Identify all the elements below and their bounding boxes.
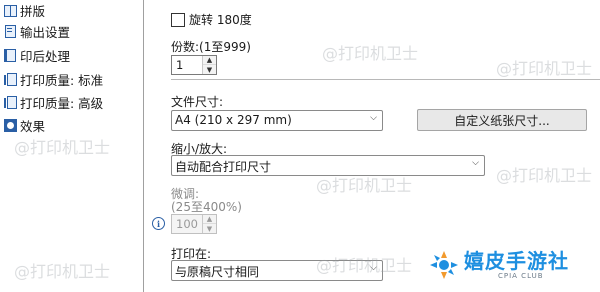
copies-stepper[interactable]: 1 ▲ ▼	[171, 55, 217, 75]
sidebar-item-label: 拼版	[20, 3, 46, 19]
sidebar-item-booklet[interactable]: 拼版	[4, 0, 45, 20]
scale-select[interactable]: 自动配合打印尺寸 ⌵	[171, 155, 485, 176]
logo-title: 嬉皮手游社	[464, 248, 569, 273]
fine-tune-decrement-button[interactable]: ▼	[203, 224, 216, 233]
sidebar-item-finishing[interactable]: 印后处理	[4, 45, 70, 65]
watermark-text: @打印机卫士	[496, 166, 593, 185]
sidebar-item-label: 打印质量: 标准	[20, 72, 104, 88]
finishing-icon	[4, 48, 17, 62]
fine-tune-value: 100	[176, 217, 198, 231]
copies-label: 份数:(1至999)	[171, 40, 251, 54]
custom-paper-size-button[interactable]: 自定义纸张尺寸...	[417, 109, 587, 131]
copies-decrement-button[interactable]: ▼	[203, 65, 216, 74]
print-on-value: 与原稿尺寸相同	[175, 265, 260, 279]
output-settings-icon	[4, 24, 17, 38]
sidebar-item-label: 输出设置	[20, 24, 71, 40]
chevron-down-icon: ⌵	[370, 113, 377, 123]
paper-size-value: A4 (210 x 297 mm)	[175, 113, 292, 127]
info-icon: i	[152, 217, 165, 230]
sidebar: 拼版 输出设置 印后处理 打印质量: 标准 打印质量: 高级 效果 @打印机卫士…	[0, 0, 144, 292]
print-quality-icon	[4, 72, 17, 86]
fine-tune-increment-button[interactable]: ▲	[203, 215, 216, 224]
watermark-text: @打印机卫士	[496, 59, 593, 78]
rotate-180-checkbox[interactable]	[171, 12, 185, 27]
logo-mark-icon	[428, 249, 460, 281]
sidebar-item-label: 效果	[20, 118, 46, 134]
chevron-down-icon: ⌵	[370, 263, 377, 273]
rotate-180-option[interactable]: 旋转 180度	[171, 11, 252, 28]
paper-size-select[interactable]: A4 (210 x 297 mm) ⌵	[171, 110, 383, 131]
fine-tune-range: (25至400%)	[171, 200, 242, 214]
watermark-text: @打印机卫士	[322, 44, 419, 63]
copies-value: 1	[176, 58, 184, 72]
sidebar-item-label: 打印质量: 高级	[20, 95, 104, 111]
sidebar-item-print-quality-standard[interactable]: 打印质量: 标准	[4, 69, 103, 89]
booklet-icon	[4, 4, 17, 17]
effects-icon	[4, 118, 17, 132]
chevron-down-icon: ⌵	[472, 158, 479, 168]
logo-subtitle: CPIA CLUB	[498, 271, 544, 280]
rotate-180-label: 旋转 180度	[189, 13, 252, 27]
scale-value: 自动配合打印尺寸	[175, 160, 272, 174]
print-quality-icon	[4, 95, 17, 109]
sidebar-item-label: 印后处理	[20, 48, 71, 64]
print-on-select[interactable]: 与原稿尺寸相同 ⌵	[171, 260, 383, 281]
sidebar-item-print-quality-advanced[interactable]: 打印质量: 高级	[4, 92, 103, 112]
watermark-text: @打印机卫士	[14, 262, 111, 281]
sidebar-item-output-settings[interactable]: 输出设置	[4, 21, 70, 41]
copies-increment-button[interactable]: ▲	[203, 56, 216, 65]
paper-size-label: 文件尺寸:	[171, 95, 224, 109]
section-divider	[171, 79, 600, 80]
fine-tune-stepper[interactable]: 100 ▲ ▼	[171, 214, 217, 234]
site-logo: 嬉皮手游社 CPIA CLUB	[428, 245, 569, 285]
watermark-text: @打印机卫士	[14, 138, 111, 157]
sidebar-item-effects[interactable]: 效果	[4, 115, 45, 135]
